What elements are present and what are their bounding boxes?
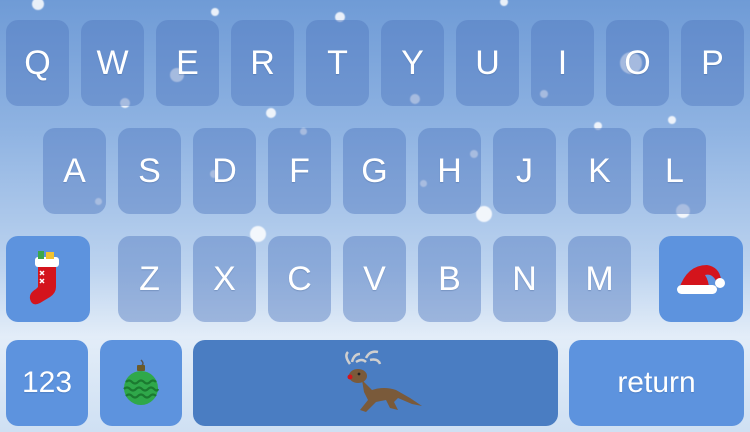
key-j[interactable]: J (493, 128, 556, 214)
key-s[interactable]: S (118, 128, 181, 214)
key-h[interactable]: H (418, 128, 481, 214)
space-key[interactable] (193, 340, 558, 426)
santa-hat-key[interactable] (659, 236, 743, 322)
key-n[interactable]: N (493, 236, 556, 322)
key-g[interactable]: G (343, 128, 406, 214)
return-key[interactable]: return (569, 340, 744, 426)
santa-hat-icon (673, 259, 729, 299)
numbers-key[interactable]: 123 (6, 340, 88, 426)
key-l[interactable]: L (643, 128, 706, 214)
stocking-icon (26, 249, 70, 309)
key-k[interactable]: K (568, 128, 631, 214)
key-z[interactable]: Z (118, 236, 181, 322)
key-u[interactable]: U (456, 20, 519, 106)
key-v[interactable]: V (343, 236, 406, 322)
key-a[interactable]: A (43, 128, 106, 214)
ornament-icon (121, 358, 161, 408)
key-c[interactable]: C (268, 236, 331, 322)
key-w[interactable]: W (81, 20, 144, 106)
key-r[interactable]: R (231, 20, 294, 106)
key-o[interactable]: O (606, 20, 669, 106)
key-t[interactable]: T (306, 20, 369, 106)
key-x[interactable]: X (193, 236, 256, 322)
key-d[interactable]: D (193, 128, 256, 214)
key-m[interactable]: M (568, 236, 631, 322)
key-i[interactable]: I (531, 20, 594, 106)
key-f[interactable]: F (268, 128, 331, 214)
key-b[interactable]: B (418, 236, 481, 322)
key-e[interactable]: E (156, 20, 219, 106)
key-p[interactable]: P (681, 20, 744, 106)
stocking-key[interactable] (6, 236, 90, 322)
key-q[interactable]: Q (6, 20, 69, 106)
key-y[interactable]: Y (381, 20, 444, 106)
reindeer-icon (326, 350, 426, 416)
ornament-key[interactable] (100, 340, 182, 426)
